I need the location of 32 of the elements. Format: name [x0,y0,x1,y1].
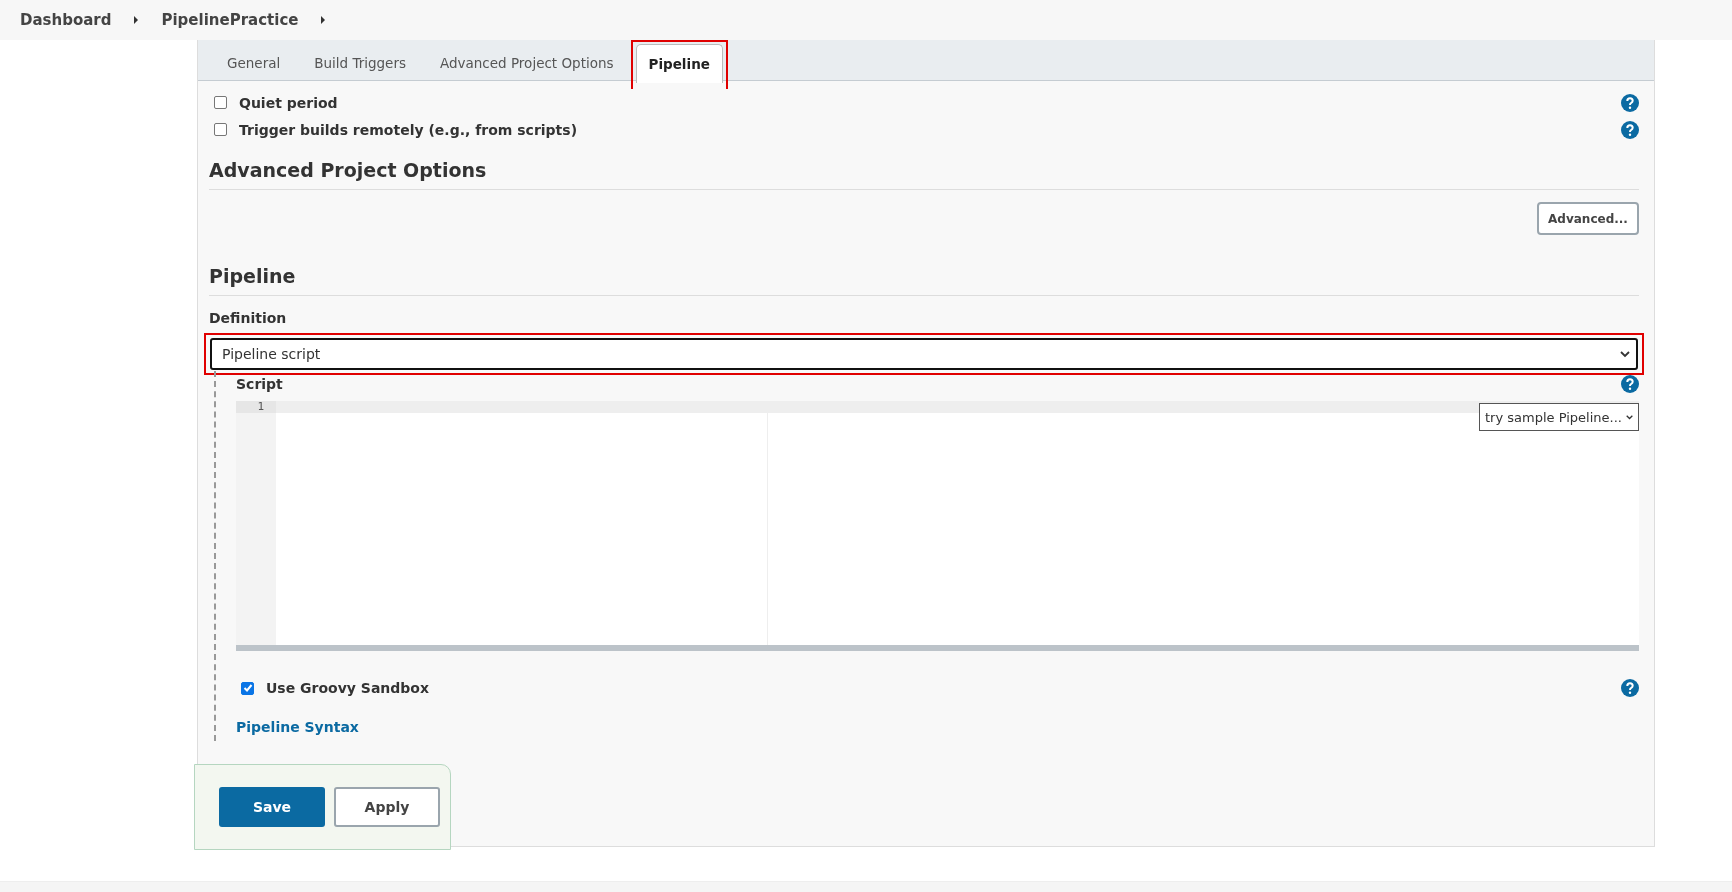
script-editor[interactable]: 1 try sample Pipeline... [236,401,1639,651]
section-heading: Pipeline [209,265,1639,296]
checkbox[interactable] [214,96,227,109]
field-label: Definition [209,310,288,326]
sample-select[interactable]: try sample Pipeline... [1479,403,1639,431]
tab[interactable]: Advanced Project Options [428,45,626,81]
caret-icon[interactable] [133,15,140,25]
caret-icon[interactable] [320,15,327,25]
line-number: 1 [236,401,276,413]
help-icon[interactable] [1621,120,1639,139]
help-icon[interactable] [1621,375,1639,393]
tab[interactable]: Pipeline [635,44,723,83]
advanced-button[interactable]: Advanced... [1537,202,1639,235]
tab[interactable]: General [215,45,293,81]
help-icon[interactable] [1621,93,1639,112]
tab[interactable]: Build Triggers [302,45,418,81]
chevron-down-icon [1625,413,1633,421]
field-label: Script [236,376,283,392]
checkbox-label: Quiet period [239,94,338,111]
breadcrumb-link[interactable]: PipelinePractice [161,11,299,29]
checkbox-label: Trigger builds remotely (e.g., from scripts) [239,121,578,138]
section-heading: Advanced Project Options [209,159,1639,190]
chevron-down-icon [1620,350,1630,358]
pipeline-syntax-link[interactable]: Pipeline Syntax [236,719,359,735]
checkbox[interactable] [214,123,227,136]
definition-select[interactable]: Pipeline script [210,338,1638,370]
breadcrumb-link[interactable]: Dashboard [20,11,112,29]
checkbox[interactable] [241,681,254,695]
save-button[interactable]: Save [219,787,325,827]
help-icon[interactable] [1621,679,1639,697]
checkbox-label: Use Groovy Sandbox [266,680,430,696]
apply-button[interactable]: Apply [334,787,440,827]
